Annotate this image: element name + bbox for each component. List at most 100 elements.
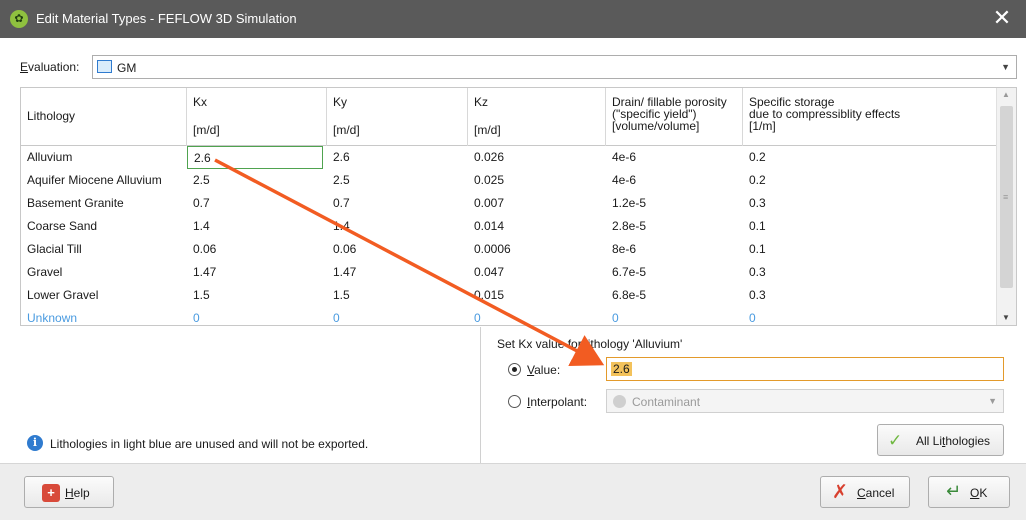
value-radio[interactable] (508, 363, 521, 376)
cell-ky[interactable]: 1.5 (327, 284, 468, 307)
header-kx[interactable]: Kx [m/d] (187, 88, 327, 146)
help-button[interactable]: + Help (24, 476, 114, 508)
cell-storage[interactable]: 0.2 (743, 146, 997, 169)
all-lithologies-label: All Lithologies (916, 434, 990, 448)
checkmark-icon: ✓ (888, 431, 903, 450)
value-radio-label[interactable]: Value: (527, 363, 560, 377)
close-icon[interactable]: ✕ (990, 6, 1014, 30)
cell-kx[interactable]: 1.4 (187, 215, 327, 238)
all-lith-post: hologies (945, 434, 991, 448)
cell-kx[interactable]: 1.47 (187, 261, 327, 284)
cell-storage[interactable]: 0.1 (743, 215, 997, 238)
cell-lithology[interactable]: Coarse Sand (21, 215, 187, 238)
mesh-icon (97, 60, 112, 73)
cell-ky[interactable]: 0 (327, 307, 468, 325)
cell-ky[interactable]: 1.4 (327, 215, 468, 238)
evaluation-select[interactable]: GM ▼ (92, 55, 1017, 79)
scroll-up-icon[interactable]: ▲ (1002, 90, 1010, 99)
cell-kx[interactable]: 2.5 (187, 169, 327, 192)
header-porosity-label: Drain/ fillable porosity ("specific yiel… (612, 95, 727, 133)
cell-porosity[interactable]: 4e-6 (606, 146, 743, 169)
header-kx-unit: [m/d] (193, 123, 220, 137)
cell-ky[interactable]: 1.47 (327, 261, 468, 284)
table-row[interactable]: Aquifer Miocene Alluvium 2.5 2.5 0.025 4e-6 0… (21, 169, 997, 192)
cell-kx[interactable]: 2.6 (187, 146, 323, 169)
evaluation-label: Evaluation: (20, 60, 79, 74)
cell-storage[interactable]: 0.3 (743, 284, 997, 307)
table-row[interactable]: Basement Granite 0.7 0.7 0.007 1.2e-5 0.3 (21, 192, 997, 215)
cell-kx[interactable]: 0 (187, 307, 327, 325)
cell-kz[interactable]: 0.047 (468, 261, 606, 284)
all-lith-pre: All Li (916, 434, 943, 448)
header-kz-unit: [m/d] (474, 123, 501, 137)
cell-kz[interactable]: 0.014 (468, 215, 606, 238)
ok-button[interactable]: ↵ OK (928, 476, 1010, 508)
cell-lithology[interactable]: Basement Granite (21, 192, 187, 215)
cell-porosity[interactable]: 1.2e-5 (606, 192, 743, 215)
cell-lithology[interactable]: Glacial Till (21, 238, 187, 261)
table-row[interactable]: Unknown 0 0 0 0 0 (21, 307, 997, 325)
table-row[interactable]: Glacial Till 0.06 0.06 0.0006 8e-6 0.1 (21, 238, 997, 261)
cell-kz[interactable]: 0.0006 (468, 238, 606, 261)
header-porosity[interactable]: Drain/ fillable porosity ("specific yiel… (606, 88, 743, 146)
header-lithology[interactable]: Lithology (21, 88, 187, 146)
cell-ky[interactable]: 2.5 (327, 169, 468, 192)
cell-ky[interactable]: 0.06 (327, 238, 468, 261)
chevron-down-icon[interactable]: ▼ (988, 396, 997, 406)
info-icon: i (27, 435, 43, 451)
value-input[interactable]: 2.6 (606, 357, 1004, 381)
table-scrollbar[interactable]: ▲ ≡ ▼ (996, 88, 1016, 325)
ok-label: OK (970, 486, 987, 500)
cross-icon: ✗ (832, 482, 848, 503)
cell-ky[interactable]: 2.6 (327, 146, 468, 169)
cell-storage[interactable]: 0 (743, 307, 997, 325)
interpolant-icon (613, 395, 626, 408)
grip-icon: ≡ (1003, 192, 1009, 202)
cell-porosity[interactable]: 4e-6 (606, 169, 743, 192)
cell-kz[interactable]: 0.026 (468, 146, 606, 169)
cell-storage[interactable]: 0.2 (743, 169, 997, 192)
cell-kz[interactable]: 0 (468, 307, 606, 325)
cell-lithology[interactable]: Alluvium (21, 146, 187, 169)
table-row[interactable]: Lower Gravel 1.5 1.5 0.015 6.8e-5 0.3 (21, 284, 997, 307)
cell-kx[interactable]: 0.06 (187, 238, 327, 261)
table-row[interactable]: Alluvium 2.6 2.6 0.026 4e-6 0.2 (21, 146, 997, 169)
info-text: Lithologies in light blue are unused and… (50, 437, 369, 451)
cell-kx[interactable]: 1.5 (187, 284, 327, 307)
cell-kz[interactable]: 0.015 (468, 284, 606, 307)
ok-check-icon: ↵ (946, 481, 962, 501)
cell-lithology[interactable]: Unknown (21, 307, 187, 325)
cell-storage[interactable]: 0.3 (743, 261, 997, 284)
all-lithologies-button[interactable]: ✓ All Lithologies (877, 424, 1004, 456)
header-ky[interactable]: Ky [m/d] (327, 88, 468, 146)
cancel-button[interactable]: ✗ Cancel (820, 476, 910, 508)
cell-ky[interactable]: 0.7 (327, 192, 468, 215)
cell-porosity[interactable]: 0 (606, 307, 743, 325)
set-value-heading: Set Kx value for lithology 'Alluvium' (497, 337, 683, 351)
cancel-rest: ancel (865, 486, 895, 500)
header-kz[interactable]: Kz [m/d] (468, 88, 606, 146)
title-bar: ✿ Edit Material Types - FEFLOW 3D Simula… (0, 0, 1026, 38)
cell-storage[interactable]: 0.3 (743, 192, 997, 215)
cell-kz[interactable]: 0.007 (468, 192, 606, 215)
cell-kx[interactable]: 0.7 (187, 192, 327, 215)
header-storage[interactable]: Specific storage due to compressiblity e… (743, 88, 997, 146)
interpolant-select[interactable]: Contaminant ▼ (606, 389, 1004, 413)
header-ky-label: Ky (333, 95, 348, 109)
chevron-down-icon[interactable]: ▼ (1001, 62, 1010, 72)
interpolant-radio-label[interactable]: Interpolant: (527, 395, 587, 409)
cell-porosity[interactable]: 2.8e-5 (606, 215, 743, 238)
table-row[interactable]: Coarse Sand 1.4 1.4 0.014 2.8e-5 0.1 (21, 215, 997, 238)
cell-lithology[interactable]: Lower Gravel (21, 284, 187, 307)
cell-storage[interactable]: 0.1 (743, 238, 997, 261)
scroll-down-icon[interactable]: ▼ (1002, 313, 1010, 322)
interpolant-radio[interactable] (508, 395, 521, 408)
cell-porosity[interactable]: 8e-6 (606, 238, 743, 261)
cancel-mnemonic: C (857, 486, 866, 500)
cell-porosity[interactable]: 6.8e-5 (606, 284, 743, 307)
cell-lithology[interactable]: Gravel (21, 261, 187, 284)
table-row[interactable]: Gravel 1.47 1.47 0.047 6.7e-5 0.3 (21, 261, 997, 284)
cell-lithology[interactable]: Aquifer Miocene Alluvium (21, 169, 187, 192)
cell-kz[interactable]: 0.025 (468, 169, 606, 192)
cell-porosity[interactable]: 6.7e-5 (606, 261, 743, 284)
